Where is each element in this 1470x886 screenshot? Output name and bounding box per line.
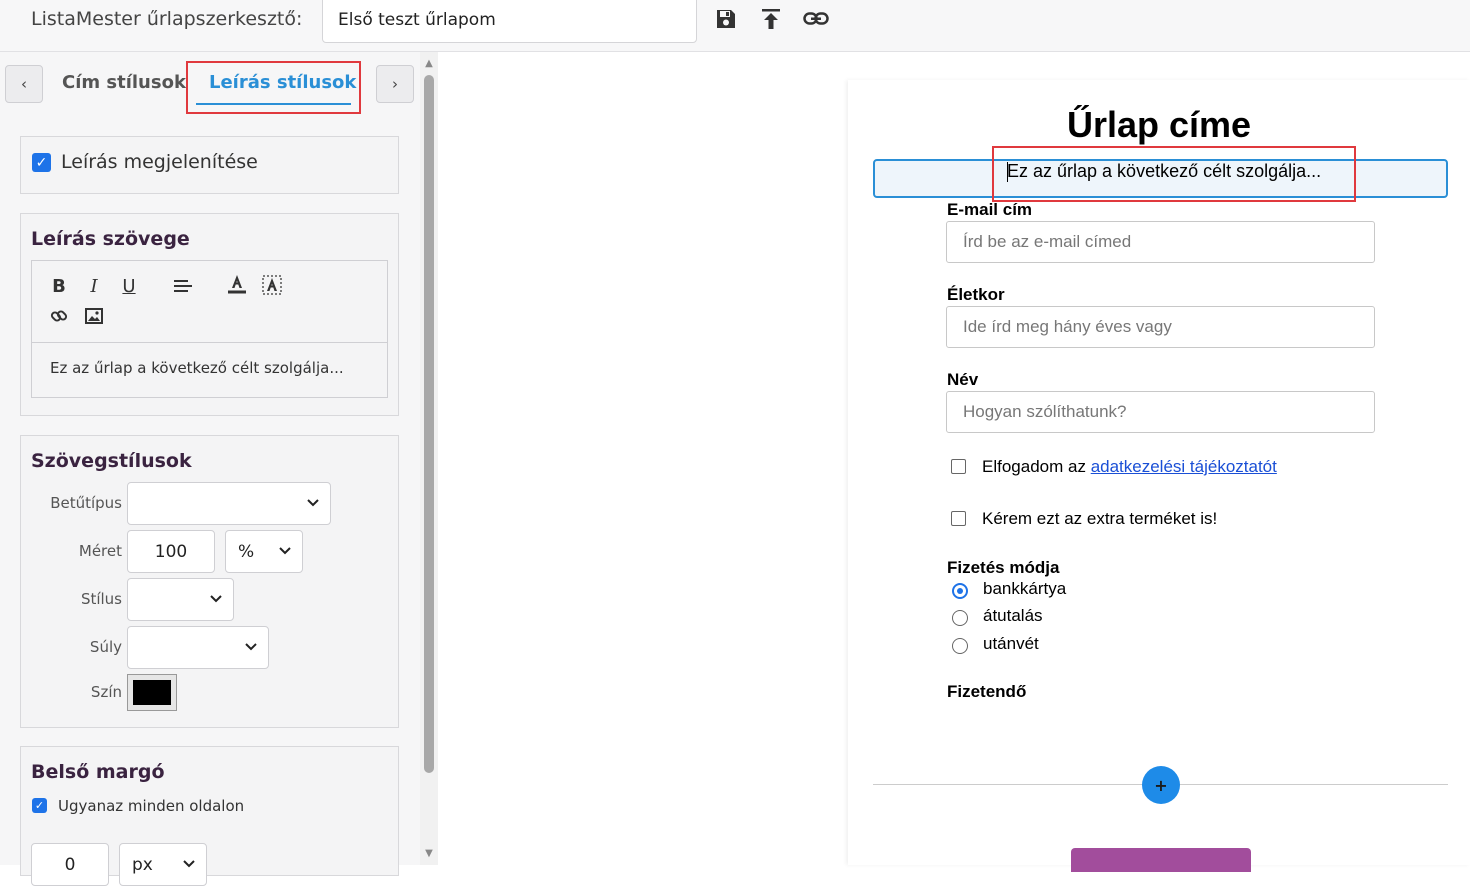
amount-label: Fizetendő <box>947 682 1027 701</box>
scroll-thumb[interactable] <box>424 75 434 773</box>
background-color-icon[interactable] <box>261 274 283 296</box>
name-field[interactable]: Hogyan szólíthatunk? <box>946 391 1375 433</box>
description-text-card: Leírás szövege B I U Ez az űrlap a követ… <box>20 213 399 416</box>
style-panel: ‹ Cím stílusok Leírás stílusok › ✓ Leírá… <box>0 52 420 886</box>
payment-option-transfer: átutalás <box>983 606 1043 625</box>
publish-icon[interactable] <box>758 6 784 32</box>
payment-option-card: bankkártya <box>983 579 1067 598</box>
size-label: Méret <box>78 542 122 560</box>
app-title: ListaMester űrlapszerkesztő: <box>31 8 303 30</box>
same-all-sides-checkbox[interactable]: ✓ <box>32 798 47 813</box>
payment-radio-cod[interactable] <box>952 638 968 654</box>
show-description-label: Leírás megjelenítése <box>61 151 258 173</box>
save-icon[interactable] <box>713 6 739 32</box>
style-select[interactable] <box>127 578 234 621</box>
size-unit-select[interactable]: % <box>225 530 303 573</box>
font-label: Betűtípus <box>50 494 122 512</box>
size-input[interactable]: 100 <box>127 530 215 573</box>
italic-icon[interactable]: I <box>83 275 105 297</box>
align-icon[interactable] <box>172 275 194 297</box>
font-select[interactable] <box>127 482 331 525</box>
form-name-input[interactable]: Első teszt űrlapom <box>322 0 697 43</box>
underline-icon[interactable]: U <box>118 275 140 297</box>
text-styles-heading: Szövegstílusok <box>31 450 192 472</box>
description-text-heading: Leírás szövege <box>31 228 190 250</box>
same-all-sides-label: Ugyanaz minden oldalon <box>58 797 245 815</box>
highlight-box-tab <box>186 61 361 114</box>
add-element-button[interactable]: + <box>1142 766 1180 804</box>
tab-next-button[interactable]: › <box>376 65 414 103</box>
weight-select[interactable] <box>127 626 269 669</box>
show-description-checkbox[interactable]: ✓ <box>32 153 51 172</box>
scroll-up-arrow[interactable]: ▲ <box>422 58 436 70</box>
rich-text-editor: B I U Ez az űrlap a következő célt szolg… <box>31 260 388 398</box>
email-label: E-mail cím <box>947 200 1033 219</box>
weight-label: Súly <box>89 638 122 656</box>
link-icon[interactable] <box>48 305 70 327</box>
padding-card: Belső margó ✓ Ugyanaz minden oldalon 0 p… <box>20 746 399 886</box>
email-field[interactable]: Írd be az e-mail címed <box>946 221 1375 263</box>
tab-title-styles[interactable]: Cím stílusok <box>62 72 186 93</box>
top-bar: ListaMester űrlapszerkesztő: Első teszt … <box>0 0 1470 52</box>
submit-button[interactable] <box>1071 848 1251 872</box>
payment-radio-transfer[interactable] <box>952 610 968 626</box>
consent-checkbox[interactable] <box>951 459 966 474</box>
payment-option-cod: utánvét <box>983 634 1039 653</box>
payment-method-label: Fizetés módja <box>947 558 1060 577</box>
editor-toolbar: B I U <box>32 261 387 343</box>
show-description-card: ✓ Leírás megjelenítése <box>20 136 399 194</box>
font-color-icon[interactable] <box>226 273 248 295</box>
color-picker[interactable] <box>127 674 177 711</box>
form-title[interactable]: Űrlap címe <box>848 104 1470 146</box>
bold-icon[interactable]: B <box>48 275 70 297</box>
payment-radio-card[interactable] <box>952 583 968 599</box>
tab-prev-button[interactable]: ‹ <box>5 65 43 103</box>
scroll-down-arrow[interactable]: ▼ <box>422 848 436 860</box>
age-label: Életkor <box>947 285 1005 304</box>
highlight-box-description <box>992 146 1356 202</box>
age-field[interactable]: Ide írd meg hány éves vagy <box>946 306 1375 348</box>
name-label: Név <box>947 370 979 389</box>
text-styles-card: Szövegstílusok Betűtípus Méret 100 % Stí… <box>20 435 399 728</box>
style-label: Stílus <box>80 590 122 608</box>
color-label: Szín <box>90 683 122 701</box>
color-swatch <box>133 680 171 705</box>
privacy-policy-link[interactable]: adatkezelési tájékoztatót <box>1091 457 1277 476</box>
consent-label: Elfogadom az adatkezelési tájékoztatót <box>982 457 1277 476</box>
editor-content[interactable]: Ez az űrlap a következő célt szolgálja..… <box>50 359 344 377</box>
link-icon[interactable] <box>803 6 829 32</box>
image-icon[interactable] <box>83 305 105 327</box>
extra-product-checkbox[interactable] <box>951 511 966 526</box>
extra-product-label: Kérem ezt az extra terméket is! <box>982 509 1218 528</box>
padding-heading: Belső margó <box>31 761 165 783</box>
